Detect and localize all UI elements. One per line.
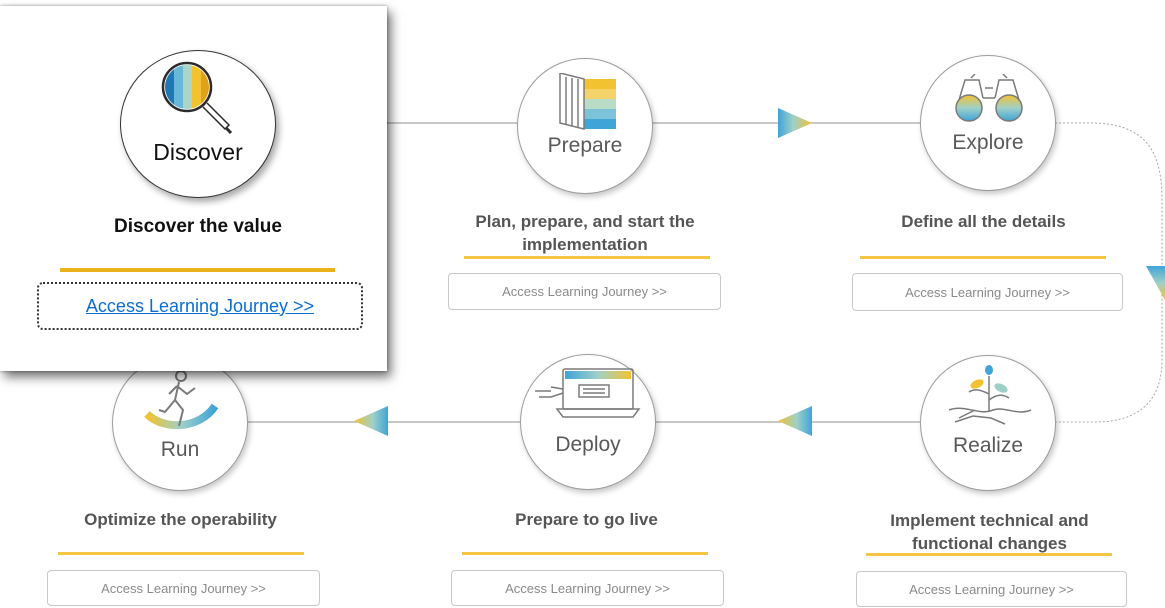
discover-description: Discover the value: [114, 216, 282, 237]
discover-circle[interactable]: Discover: [120, 50, 276, 198]
realize-underline: [866, 553, 1112, 556]
deploy-underline: [462, 552, 708, 555]
realize-description: Implement technical and functional chang…: [890, 511, 1089, 553]
flow-arrow-right-icon: [778, 108, 812, 138]
realize-circle[interactable]: Realize: [920, 355, 1056, 491]
prepare-circle-label: Prepare: [547, 134, 623, 157]
plant-icon: [948, 365, 1032, 425]
run-learning-journey-button[interactable]: Access Learning Journey >>: [47, 570, 320, 606]
prepare-circle[interactable]: Prepare: [517, 58, 653, 194]
discover-circle-label: Discover: [153, 139, 243, 165]
laptop-icon: [535, 368, 641, 418]
prepare-description: Plan, prepare, and start the implementat…: [475, 212, 695, 254]
realize-learning-journey-button[interactable]: Access Learning Journey >>: [856, 571, 1127, 607]
explore-underline: [860, 256, 1106, 259]
flow-arrow-left-icon: [354, 406, 388, 436]
flow-arrow-down-icon: [1146, 266, 1165, 300]
runner-icon: [144, 370, 219, 430]
deploy-circle-label: Deploy: [555, 433, 621, 456]
deploy-learning-journey-button[interactable]: Access Learning Journey >>: [451, 570, 724, 606]
magnifier-icon: [161, 61, 233, 135]
discover-learning-journey-link[interactable]: Access Learning Journey >>: [37, 282, 363, 330]
run-circle[interactable]: Run: [112, 355, 248, 491]
explore-description: Define all the details: [901, 212, 1066, 231]
prepare-learning-journey-button[interactable]: Access Learning Journey >>: [448, 273, 721, 310]
explore-circle-label: Explore: [952, 131, 1024, 154]
explore-circle[interactable]: Explore: [920, 55, 1056, 191]
realize-circle-label: Realize: [952, 434, 1024, 457]
flow-arrow-left-icon: [778, 406, 812, 436]
run-circle-label: Run: [160, 438, 200, 461]
discover-focus-card: Discover Discover the value Access Learn…: [0, 6, 387, 371]
prepare-underline: [464, 256, 710, 259]
run-underline: [58, 552, 304, 555]
book-icon: [559, 73, 616, 130]
discover-underline: [60, 268, 335, 272]
deploy-circle[interactable]: Deploy: [520, 354, 656, 490]
run-description: Optimize the operability: [84, 510, 277, 529]
explore-learning-journey-button[interactable]: Access Learning Journey >>: [852, 273, 1123, 311]
deploy-description: Prepare to go live: [515, 510, 658, 529]
binoculars-icon: [955, 74, 1023, 122]
